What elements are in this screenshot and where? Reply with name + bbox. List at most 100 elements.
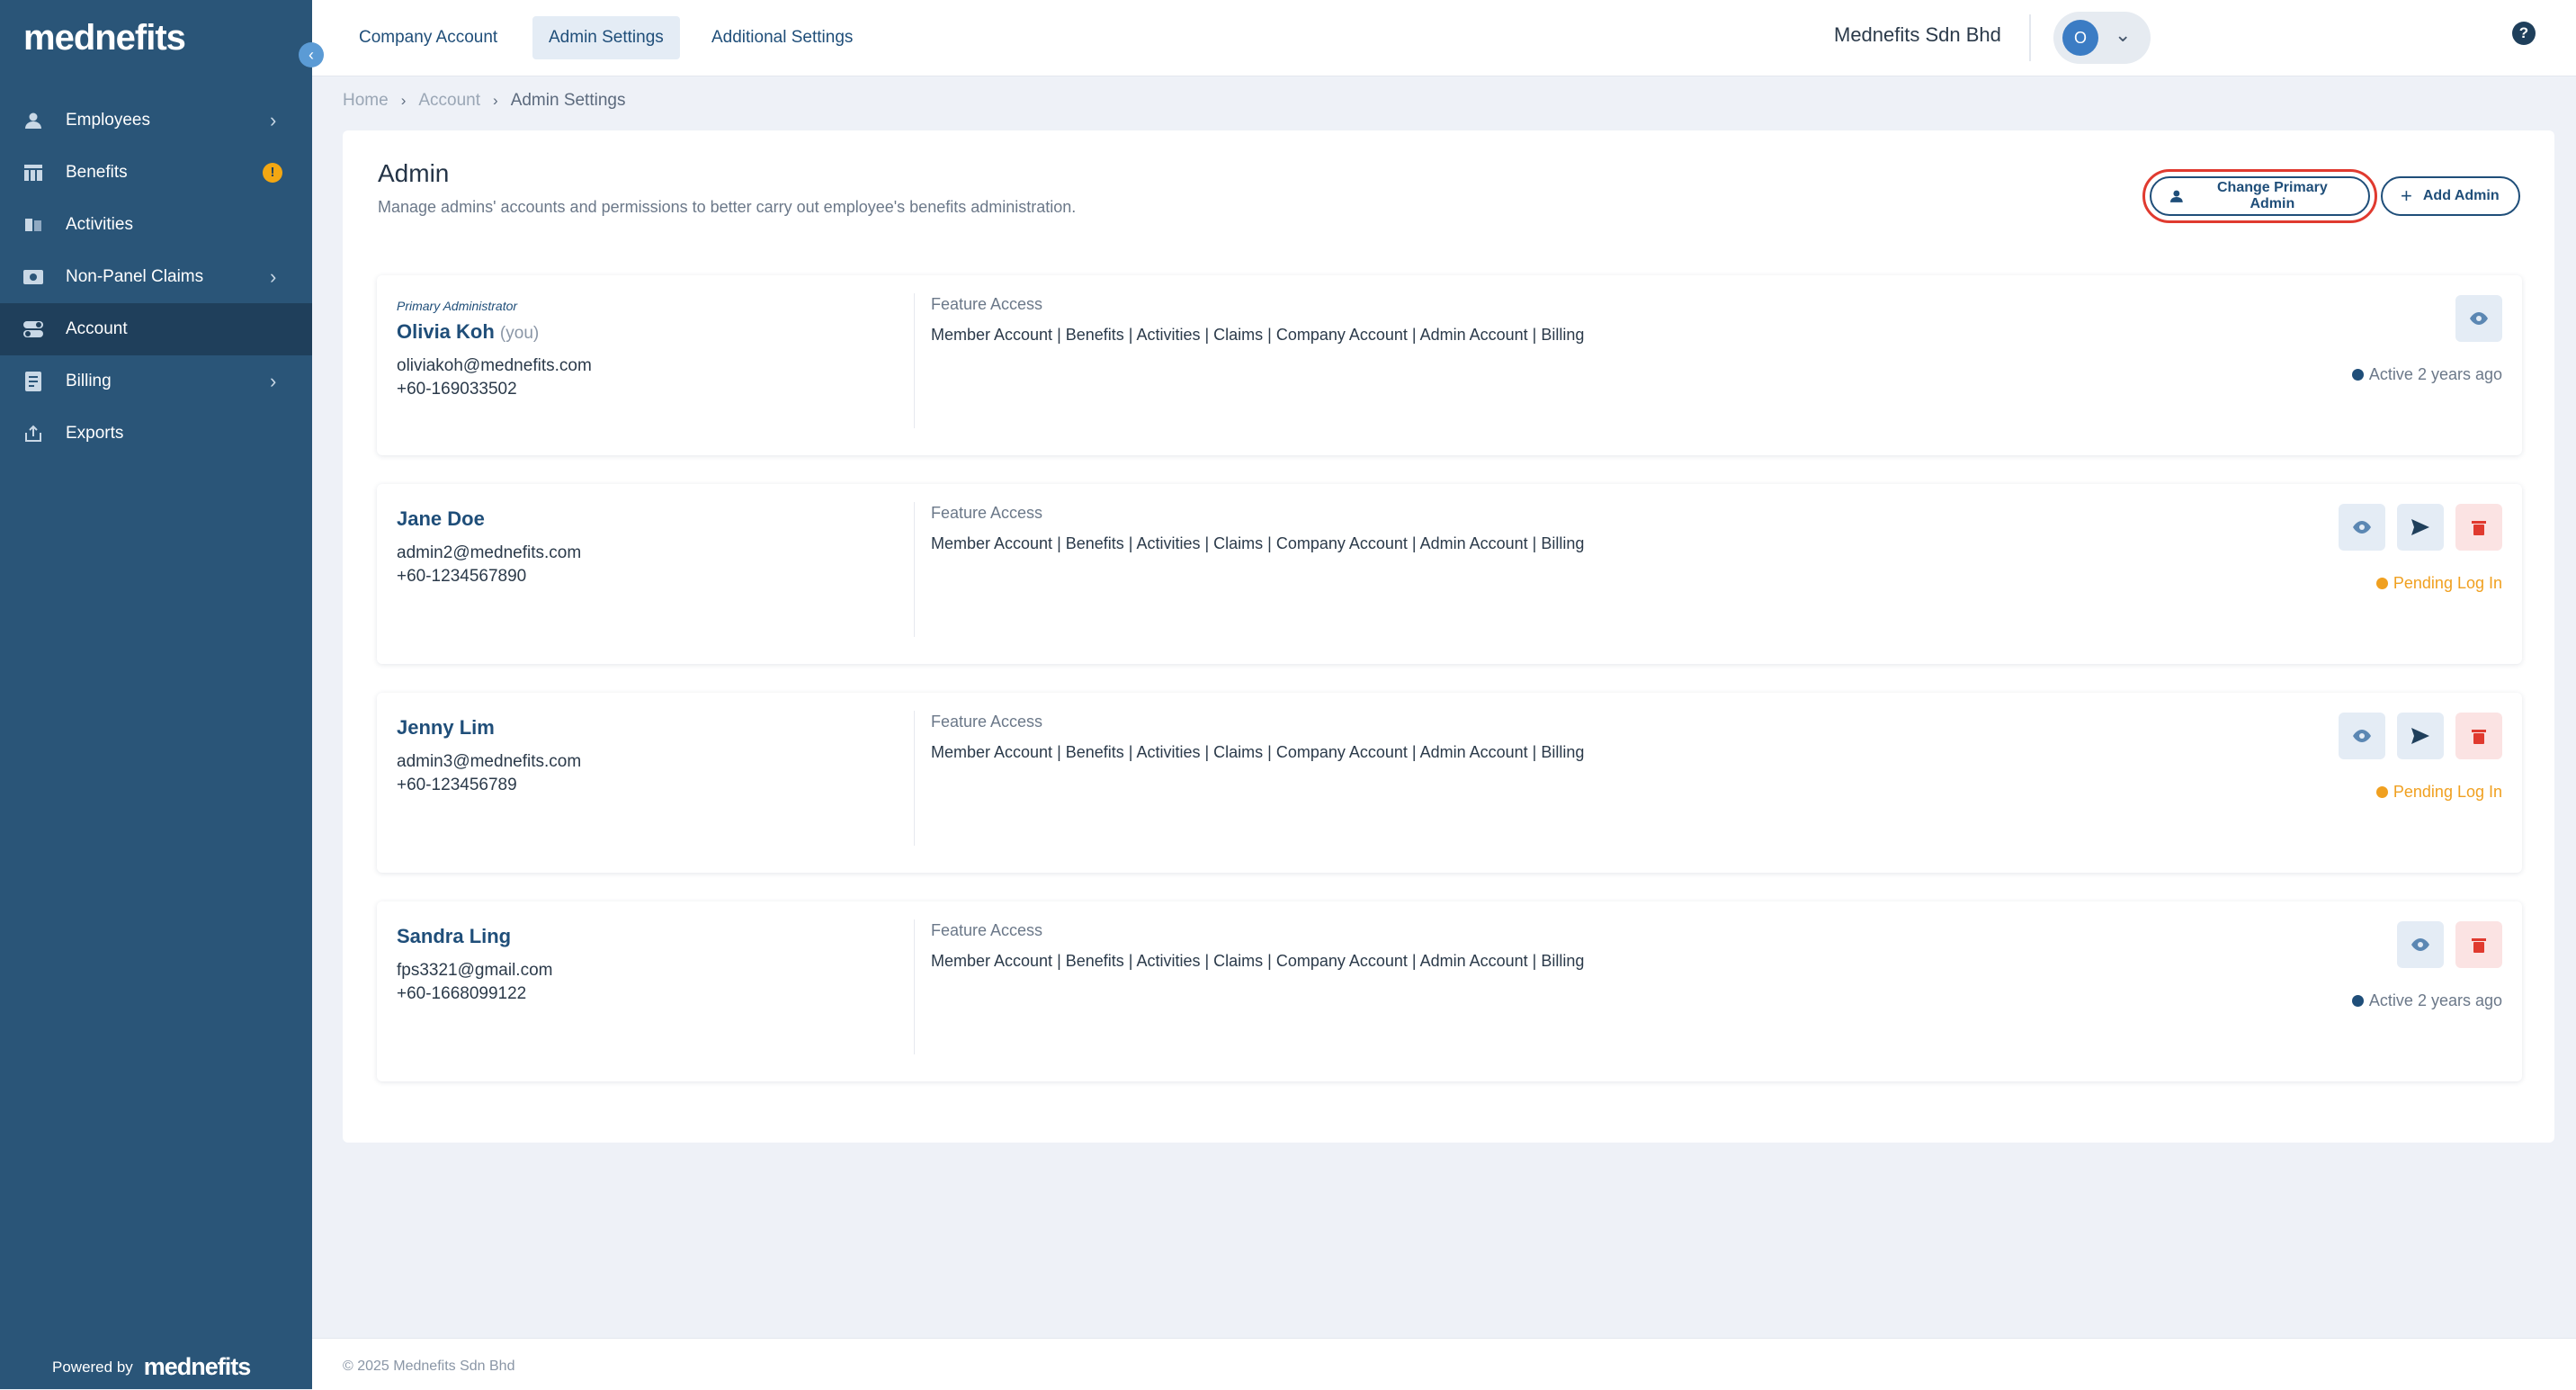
admin-name: Olivia Koh (you) — [397, 320, 539, 344]
status-text: Pending Log In — [2393, 783, 2502, 801]
admin-status: Active 2 years ago — [2351, 991, 2502, 1010]
powered-by: Powered by mednefits — [52, 1353, 252, 1381]
sidebar-item-exports[interactable]: Exports — [0, 408, 312, 460]
help-icon[interactable]: ? — [2512, 22, 2536, 45]
send-icon — [2411, 519, 2429, 535]
feature-access-title: Feature Access — [931, 504, 1043, 522]
admin-email: admin3@mednefits.com — [397, 752, 582, 771]
admin-status: Active 2 years ago — [2351, 365, 2502, 384]
add-admin-button[interactable]: + Add Admin — [2381, 176, 2520, 216]
view-admin-button[interactable] — [2397, 921, 2444, 968]
feature-access-list: Member Account | Benefits | Activities |… — [931, 743, 1585, 761]
admin-panel: Admin Manage admins' accounts and permis… — [343, 130, 2554, 1143]
page-title: Admin — [378, 159, 450, 187]
sidebar-item-employees[interactable]: Employees › — [0, 94, 312, 147]
change-primary-admin-label: Change Primary Admin — [2217, 180, 2328, 211]
tab-additional-settings[interactable]: Additional Settings — [695, 16, 869, 59]
chevron-right-icon: › — [270, 370, 277, 392]
table-icon — [23, 163, 43, 183]
trash-icon — [2472, 521, 2486, 535]
admin-card: Primary Administrator Olivia Koh (you) o… — [377, 275, 2522, 455]
admin-card: Sandra Ling fps3321@gmail.com +60-166809… — [377, 901, 2522, 1081]
export-icon — [23, 424, 43, 444]
company-name: Mednefits Sdn Bhd — [1834, 23, 2001, 46]
admin-status: Pending Log In — [2375, 783, 2502, 802]
admin-status: Pending Log In — [2375, 574, 2502, 593]
status-text: Active 2 years ago — [2368, 365, 2502, 383]
clock-icon — [2351, 995, 2364, 1007]
card-divider — [914, 919, 915, 1054]
page-subtitle: Manage admins' accounts and permissions … — [378, 198, 1077, 216]
clock-icon — [2351, 369, 2364, 381]
sidebar-item-account[interactable]: Account — [0, 303, 312, 355]
card-divider — [914, 502, 915, 637]
admin-phone: +60-1234567890 — [397, 567, 527, 586]
admin-role: Primary Administrator — [397, 299, 518, 313]
admin-email: oliviakoh@mednefits.com — [397, 356, 592, 375]
sidebar-item-activities[interactable]: Activities — [0, 199, 312, 251]
tab-company-account[interactable]: Company Account — [343, 16, 514, 59]
resend-invite-button[interactable] — [2397, 504, 2444, 551]
view-admin-button[interactable] — [2339, 504, 2385, 551]
breadcrumb-home[interactable]: Home — [343, 91, 389, 111]
feature-access-title: Feature Access — [931, 295, 1043, 313]
eye-icon — [2353, 730, 2371, 742]
delete-admin-button[interactable] — [2455, 921, 2502, 968]
sidebar-nav: Employees › Benefits ! Activities Non-Pa… — [0, 94, 312, 460]
feature-access-title: Feature Access — [931, 713, 1043, 731]
sidebar-item-label: Non-Panel Claims — [66, 267, 204, 286]
sidebar-item-label: Billing — [66, 372, 112, 390]
eye-icon — [2353, 521, 2371, 534]
user-menu[interactable]: O ⌄ — [2053, 12, 2151, 64]
person-icon — [23, 111, 43, 130]
view-admin-button[interactable] — [2455, 295, 2502, 342]
chevron-left-icon: ‹ — [309, 46, 314, 64]
sidebar-item-label: Activities — [66, 215, 133, 234]
you-label: (you) — [499, 324, 540, 343]
status-text: Pending Log In — [2393, 574, 2502, 592]
receipt-icon — [23, 372, 43, 391]
change-primary-admin-button[interactable]: Change Primary Admin — [2150, 176, 2370, 216]
sidebar-item-billing[interactable]: Billing › — [0, 355, 312, 408]
clock-icon — [2375, 578, 2388, 589]
breadcrumb-account[interactable]: Account — [418, 91, 480, 111]
top-bar: Company Account Admin Settings Additiona… — [312, 0, 2576, 76]
sidebar: mednefits Employees › Benefits ! Activit… — [0, 0, 312, 1389]
sidebar-item-label: Employees — [66, 111, 150, 130]
clock-icon — [2375, 786, 2388, 798]
sidebar-item-non-panel-claims[interactable]: Non-Panel Claims › — [0, 251, 312, 303]
person-icon — [2169, 190, 2183, 202]
collapse-sidebar-button[interactable]: ‹ — [299, 42, 324, 67]
breadcrumb: Home › Account › Admin Settings — [343, 91, 625, 111]
mednefits-footer-logo: mednefits — [143, 1353, 252, 1380]
delete-admin-button[interactable] — [2455, 504, 2502, 551]
admin-phone: +60-169033502 — [397, 380, 517, 399]
topbar-divider — [2029, 14, 2031, 61]
sidebar-item-benefits[interactable]: Benefits ! — [0, 147, 312, 199]
card-divider — [914, 293, 915, 428]
plus-icon: + — [2401, 184, 2412, 207]
trash-icon — [2472, 730, 2486, 744]
breadcrumb-current: Admin Settings — [510, 91, 626, 110]
resend-invite-button[interactable] — [2397, 713, 2444, 759]
chevron-right-icon: › — [270, 109, 277, 131]
status-text: Active 2 years ago — [2368, 991, 2502, 1009]
cash-icon — [23, 267, 43, 287]
add-admin-label: Add Admin — [2422, 188, 2500, 203]
card-divider — [914, 711, 915, 846]
feature-access-list: Member Account | Benefits | Activities |… — [931, 952, 1585, 970]
mednefits-logo[interactable]: mednefits — [23, 18, 186, 58]
toggle-icon — [23, 319, 43, 339]
view-admin-button[interactable] — [2339, 713, 2385, 759]
send-icon — [2411, 728, 2429, 744]
admin-email: fps3321@gmail.com — [397, 961, 553, 980]
admin-phone: +60-123456789 — [397, 776, 517, 794]
admin-card: Jenny Lim admin3@mednefits.com +60-12345… — [377, 693, 2522, 873]
tab-admin-settings[interactable]: Admin Settings — [532, 16, 680, 59]
trash-icon — [2472, 938, 2486, 953]
chevron-down-icon: ⌄ — [2115, 23, 2132, 46]
admin-name: Sandra Ling — [397, 925, 512, 947]
delete-admin-button[interactable] — [2455, 713, 2502, 759]
eye-icon — [2411, 938, 2429, 951]
footer: © 2025 Mednefits Sdn Bhd — [312, 1338, 2576, 1390]
